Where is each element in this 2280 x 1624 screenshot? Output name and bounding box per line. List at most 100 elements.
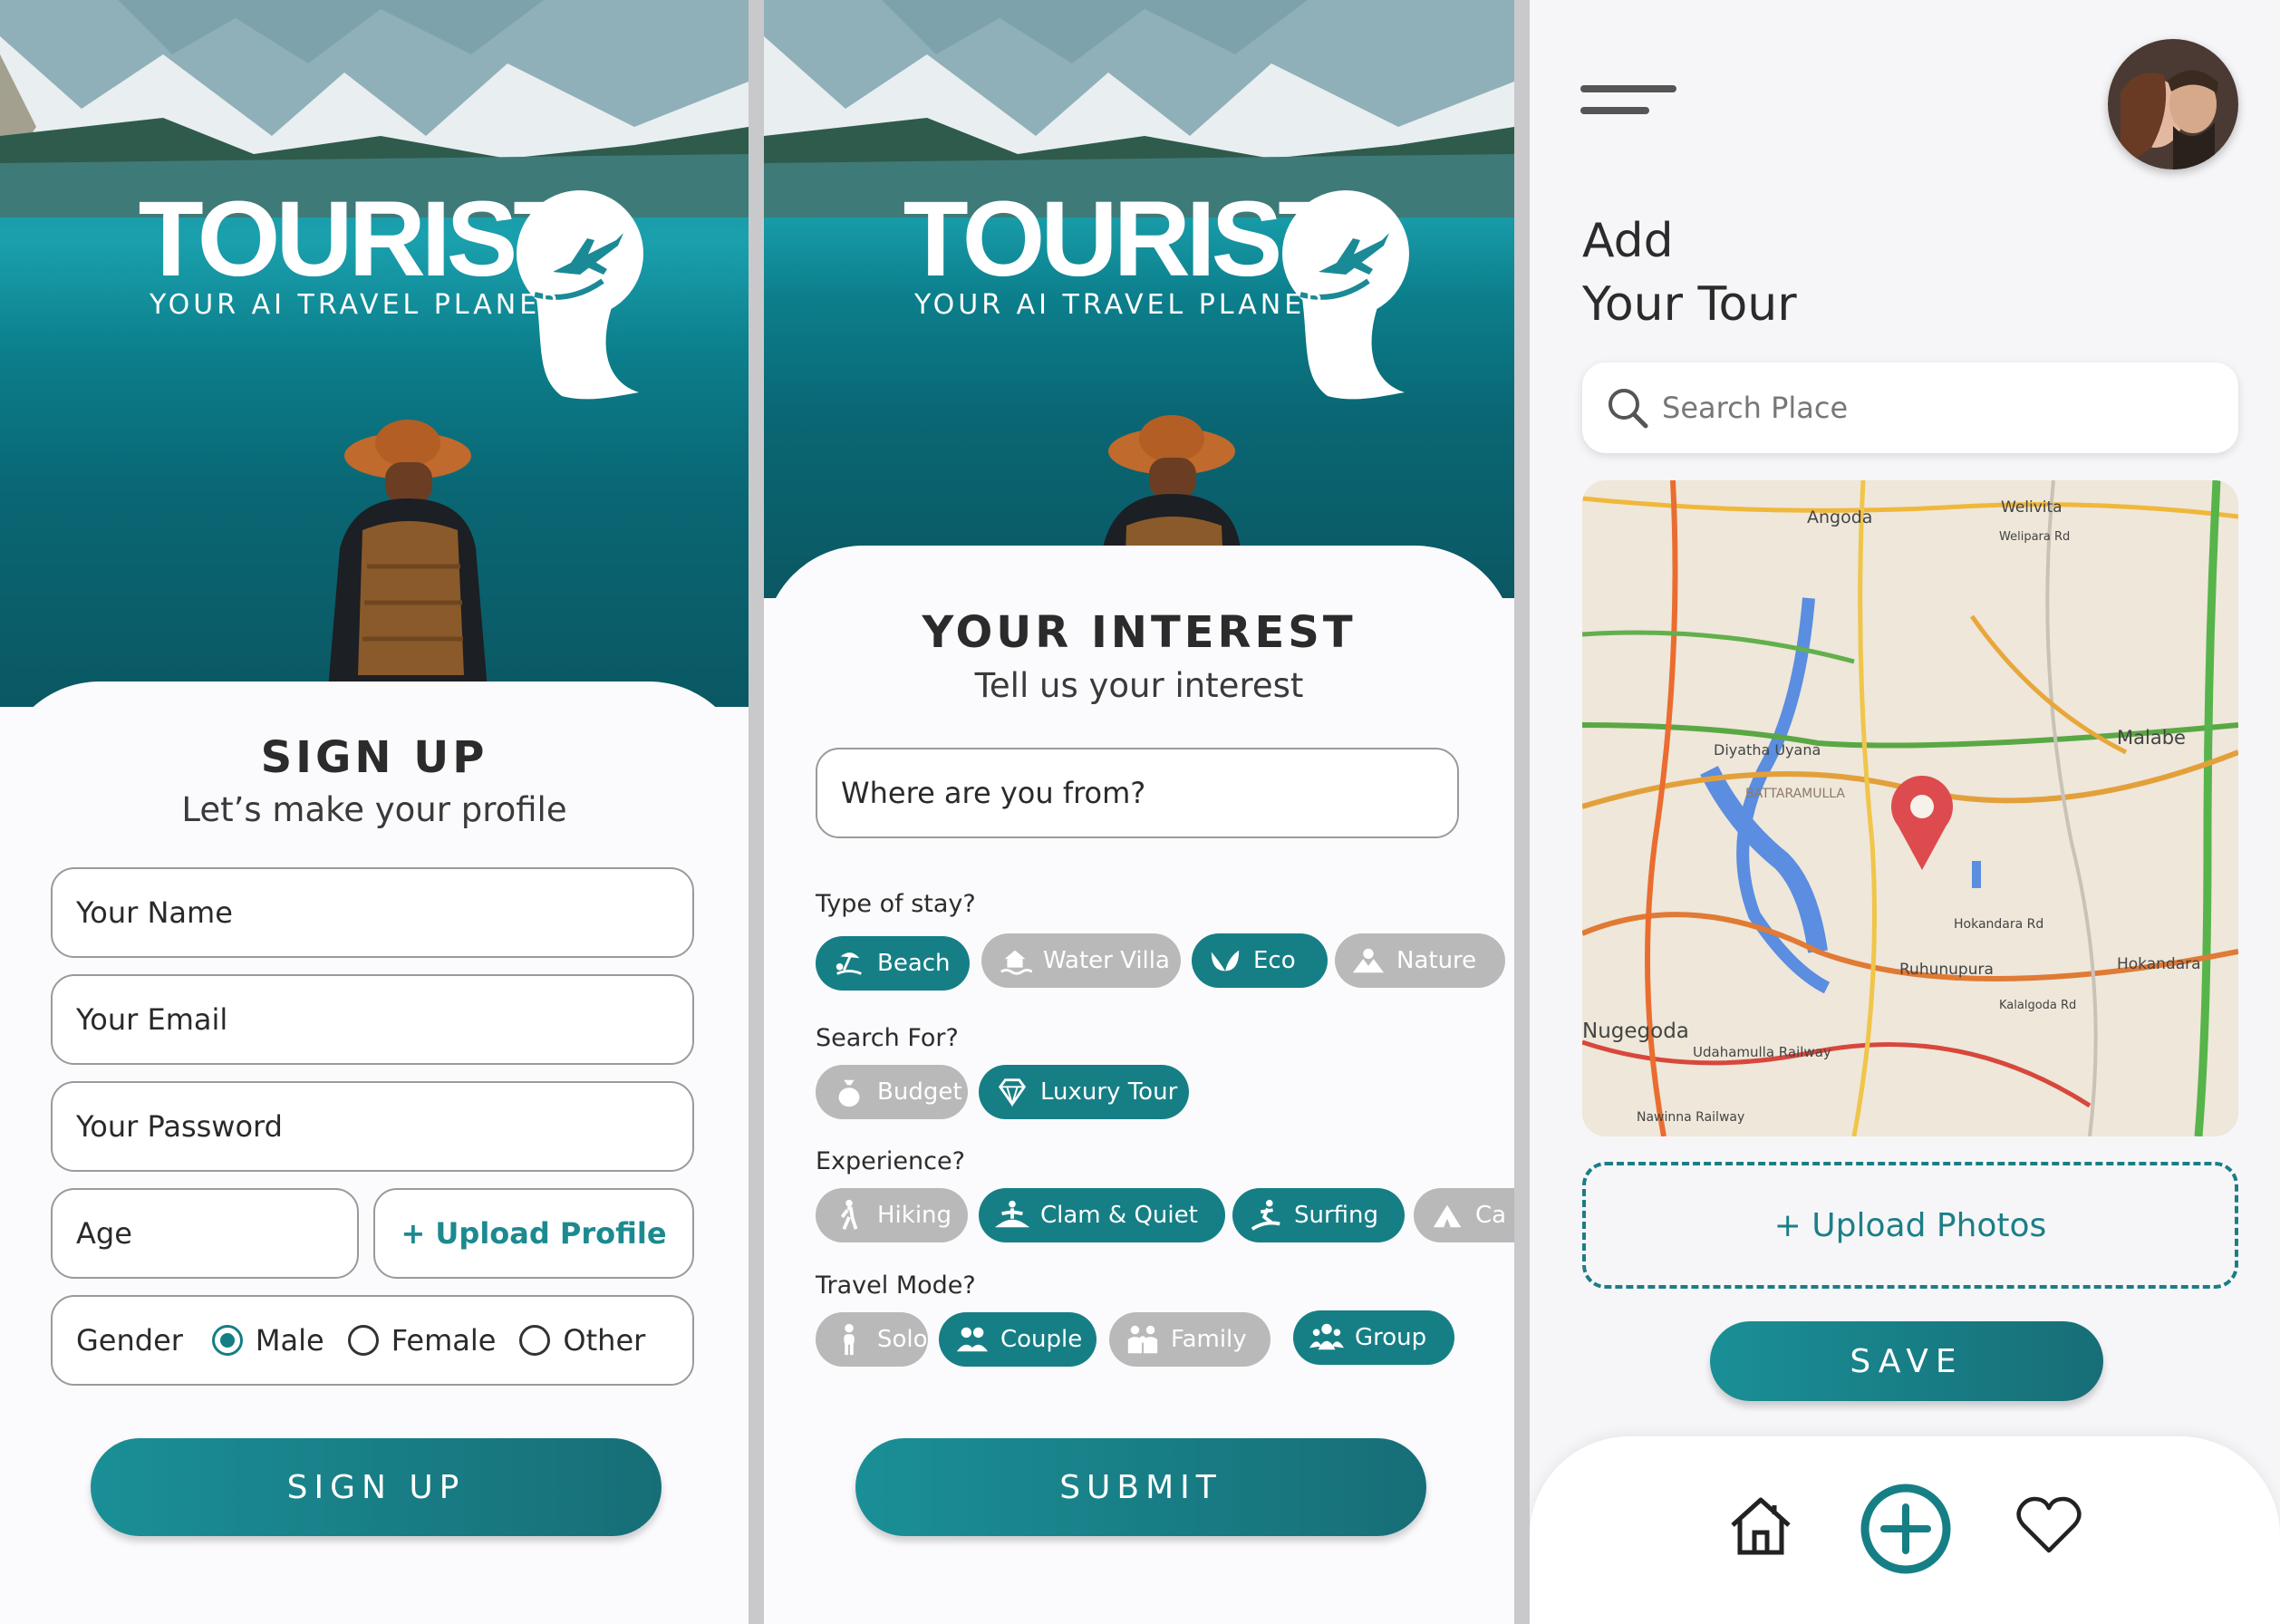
search-icon — [1609, 389, 1648, 429]
travel-mode-label: Travel Mode? — [816, 1271, 976, 1300]
avatar[interactable] — [2108, 39, 2238, 169]
map-label-nawinna: Nawinna Railway — [1637, 1110, 1745, 1125]
beach-icon — [836, 952, 862, 975]
chip-group-label: Group — [1355, 1324, 1427, 1351]
chip-beach-label: Beach — [877, 950, 951, 977]
interest-title: YOUR INTEREST — [922, 607, 1357, 658]
hiking-icon — [840, 1199, 858, 1230]
map-label-battaramulla: BATTARAMULLA — [1745, 787, 1846, 801]
gender-label: Gender — [76, 1323, 183, 1358]
mountain-sun-icon — [1352, 948, 1385, 973]
chip-water-villa-label: Water Villa — [1043, 947, 1170, 974]
chip-water-villa[interactable]: Water Villa — [981, 933, 1181, 988]
signup-subtitle: Let’s make your profile — [181, 790, 567, 829]
upload-photos-label: + Upload Photos — [1773, 1206, 2047, 1244]
leaf-icon — [1211, 950, 1240, 972]
upload-profile-button[interactable]: + Upload Profile — [373, 1188, 694, 1279]
chip-clam-quiet-label: Clam & Quiet — [1040, 1202, 1198, 1229]
search-for-label: Search For? — [816, 1024, 959, 1052]
gender-field: Gender Male Female Other — [51, 1295, 694, 1386]
password-field[interactable]: Your Password — [51, 1081, 694, 1172]
map-view[interactable]: Angoda Welivita Welipara Rd Diyatha Uyan… — [1582, 480, 2238, 1136]
chip-luxury-tour[interactable]: Luxury Tour — [979, 1065, 1189, 1119]
origin-field[interactable]: Where are you from? — [816, 748, 1459, 838]
brand-tagline: YOUR AI TRAVEL PLANER — [913, 289, 1328, 321]
chip-family-label: Family — [1171, 1326, 1247, 1353]
gender-option-other: Other — [563, 1323, 646, 1358]
family-icon — [1127, 1325, 1158, 1354]
water-villa-icon — [1000, 950, 1032, 975]
signup-title: SIGN UP — [260, 732, 488, 783]
chip-group[interactable]: Group — [1293, 1310, 1454, 1365]
age-placeholder: Age — [76, 1216, 132, 1251]
signup-button-label: SIGN UP — [286, 1468, 466, 1506]
home-icon[interactable] — [1727, 1494, 1794, 1558]
chip-surfing[interactable]: Surfing — [1232, 1188, 1405, 1242]
chip-surfing-label: Surfing — [1294, 1202, 1379, 1229]
chip-budget-label: Budget — [877, 1078, 962, 1106]
email-field[interactable]: Your Email — [51, 974, 694, 1065]
signup-screen: TOURIST YOUR AI TRAVEL PLANER SIGN UP Le… — [0, 0, 749, 1624]
signup-button[interactable]: SIGN UP — [91, 1438, 662, 1536]
chip-family[interactable]: Family — [1109, 1312, 1270, 1367]
chip-couple[interactable]: Couple — [939, 1312, 1097, 1367]
email-placeholder: Your Email — [76, 1002, 228, 1037]
password-placeholder: Your Password — [76, 1109, 283, 1144]
chip-clam-quiet[interactable]: Clam & Quiet — [979, 1188, 1225, 1242]
submit-button[interactable]: SUBMIT — [855, 1438, 1426, 1536]
interest-subtitle: Tell us your interest — [974, 666, 1304, 705]
gender-option-male: Male — [255, 1323, 324, 1358]
gender-radio-male[interactable] — [211, 1325, 243, 1356]
age-field[interactable]: Age — [51, 1188, 359, 1279]
map-label-malabe: Malabe — [2117, 727, 2186, 749]
group-icon — [1309, 1323, 1344, 1350]
name-placeholder: Your Name — [76, 895, 233, 930]
interest-screen: TOURIST YOUR AI TRAVEL PLANER YOUR INTER… — [764, 0, 1514, 1624]
chip-budget[interactable]: Budget — [816, 1065, 968, 1119]
couple-icon — [956, 1327, 989, 1352]
add-tour-title-line2: Your Tour — [1582, 277, 1797, 332]
save-button[interactable]: SAVE — [1710, 1321, 2103, 1401]
stay-type-label: Type of stay? — [816, 890, 976, 918]
heart-icon[interactable] — [2015, 1494, 2082, 1556]
upload-profile-label: + Upload Profile — [401, 1216, 667, 1251]
name-field[interactable]: Your Name — [51, 867, 694, 958]
brand-name: TOURIST — [138, 179, 579, 299]
chip-nature-label: Nature — [1396, 947, 1477, 974]
map-label-udahamulla: Udahamulla Railway — [1693, 1044, 1831, 1060]
hero-image: TOURIST YOUR AI TRAVEL PLANER — [764, 0, 1514, 598]
traveler-image — [326, 420, 489, 707]
map-label-hokandara-rd: Hokandara Rd — [1954, 917, 2044, 932]
map-label-angoda: Angoda — [1807, 508, 1873, 527]
surfing-icon — [1251, 1199, 1280, 1231]
add-tour-title-line1: Add — [1582, 214, 1674, 268]
menu-icon[interactable] — [1580, 82, 1680, 127]
chip-beach[interactable]: Beach — [816, 936, 970, 991]
chip-eco[interactable]: Eco — [1192, 933, 1328, 988]
bottom-nav — [1530, 1436, 2280, 1624]
chip-hiking[interactable]: Hiking — [816, 1188, 968, 1242]
origin-placeholder: Where are you from? — [841, 776, 1146, 810]
money-bag-icon — [838, 1079, 860, 1107]
map-label-welivita: Welivita — [2001, 498, 2063, 517]
place-search-placeholder: Search Place — [1662, 391, 1849, 425]
gender-radio-female[interactable] — [347, 1325, 379, 1356]
chip-nature[interactable]: Nature — [1335, 933, 1505, 988]
chip-solo-label: Solo — [877, 1326, 928, 1353]
chip-solo[interactable]: Solo — [816, 1312, 928, 1367]
gender-radio-other[interactable] — [519, 1325, 551, 1356]
app-logo: TOURIST YOUR AI TRAVEL PLANER — [764, 186, 1514, 321]
person-icon — [844, 1323, 855, 1356]
diamond-icon — [998, 1078, 1027, 1107]
chip-hiking-label: Hiking — [877, 1202, 952, 1229]
chip-camping-label: Ca — [1475, 1202, 1507, 1229]
upload-photos-dropzone[interactable]: + Upload Photos — [1582, 1162, 2238, 1289]
chip-luxury-tour-label: Luxury Tour — [1040, 1078, 1178, 1106]
chip-camping[interactable]: Ca — [1414, 1188, 1514, 1242]
map-label-nugegoda: Nugegoda — [1582, 1020, 1689, 1043]
map-label-hokandara: Hokandara — [2117, 955, 2201, 973]
add-circle-icon[interactable] — [1859, 1482, 1953, 1576]
place-search-input[interactable]: Search Place — [1582, 362, 2238, 453]
gender-option-female: Female — [391, 1323, 497, 1358]
submit-button-label: SUBMIT — [1059, 1468, 1222, 1506]
